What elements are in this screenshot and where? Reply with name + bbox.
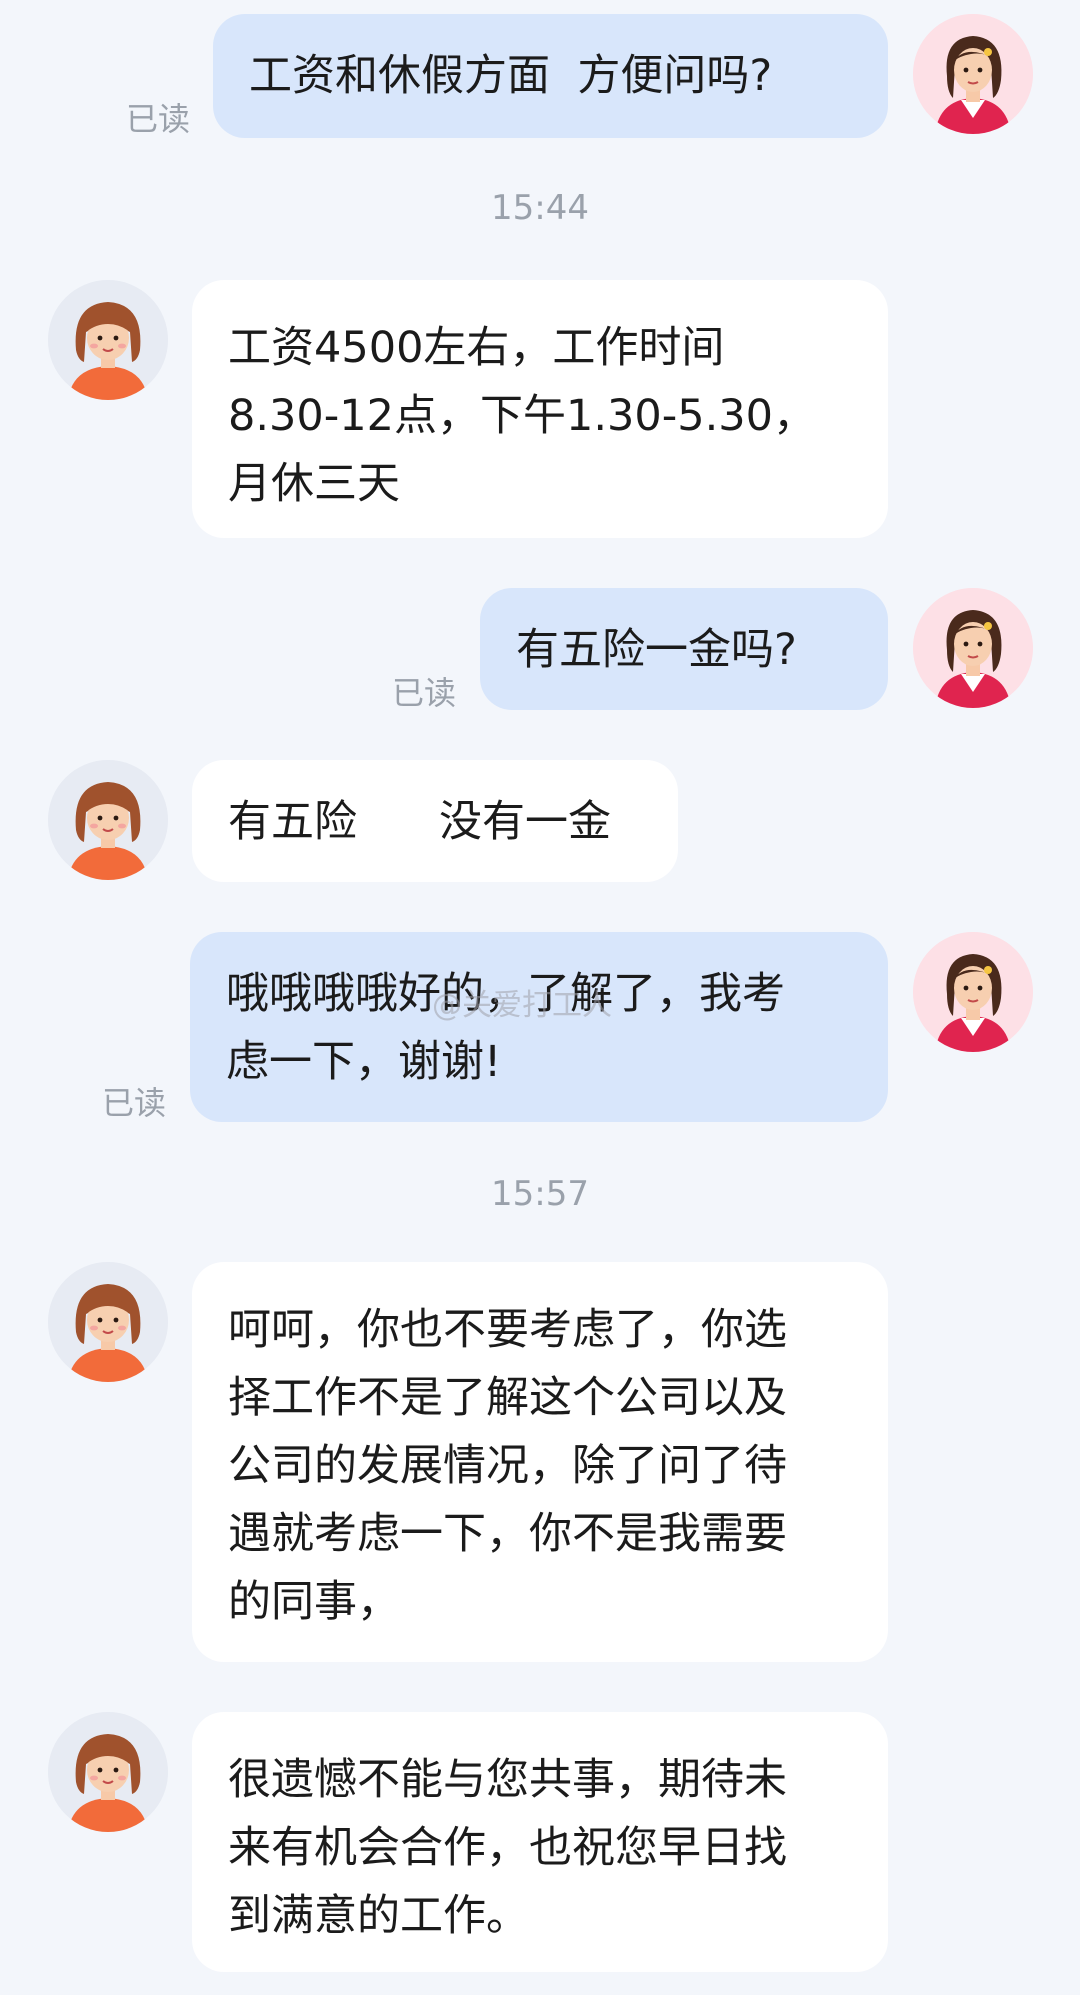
my-message-bubble[interactable]: 哦哦哦哦好的，了解了，我考 虑一下，谢谢!	[190, 932, 888, 1122]
read-receipt: 已读	[101, 1084, 166, 1122]
my-message-bubble[interactable]: 工资和休假方面 方便问吗?	[213, 14, 888, 138]
my-message-bubble[interactable]: 有五险一金吗?	[480, 588, 888, 710]
their-message-bubble[interactable]: 有五险 没有一金	[192, 760, 678, 882]
their-message-bubble[interactable]: 呵呵，你也不要考虑了，你选 择工作不是了解这个公司以及 公司的发展情况，除了问了…	[192, 1262, 888, 1662]
read-receipt: 已读	[391, 674, 456, 712]
their-message-bubble[interactable]: 工资4500左右，工作时间 8.30-12点，下午1.30-5.30， 月休三天	[192, 280, 888, 538]
chat-conversation: 工资和休假方面 方便问吗? 已读 15:44 工资4500左右，工作时间 8.3…	[0, 0, 1080, 1995]
their-avatar-icon[interactable]	[48, 760, 168, 880]
watermark: @关爱打工人	[432, 988, 612, 1023]
timestamp: 15:57	[491, 1174, 589, 1214]
my-avatar-icon[interactable]	[913, 14, 1033, 134]
their-avatar-icon[interactable]	[48, 1262, 168, 1382]
their-message-bubble[interactable]: 很遗憾不能与您共事，期待未 来有机会合作，也祝您早日找 到满意的工作。	[192, 1712, 888, 1972]
their-avatar-icon[interactable]	[48, 280, 168, 400]
read-receipt: 已读	[125, 100, 190, 138]
my-avatar-icon[interactable]	[913, 588, 1033, 708]
my-avatar-icon[interactable]	[913, 932, 1033, 1052]
their-avatar-icon[interactable]	[48, 1712, 168, 1832]
timestamp: 15:44	[491, 188, 589, 228]
